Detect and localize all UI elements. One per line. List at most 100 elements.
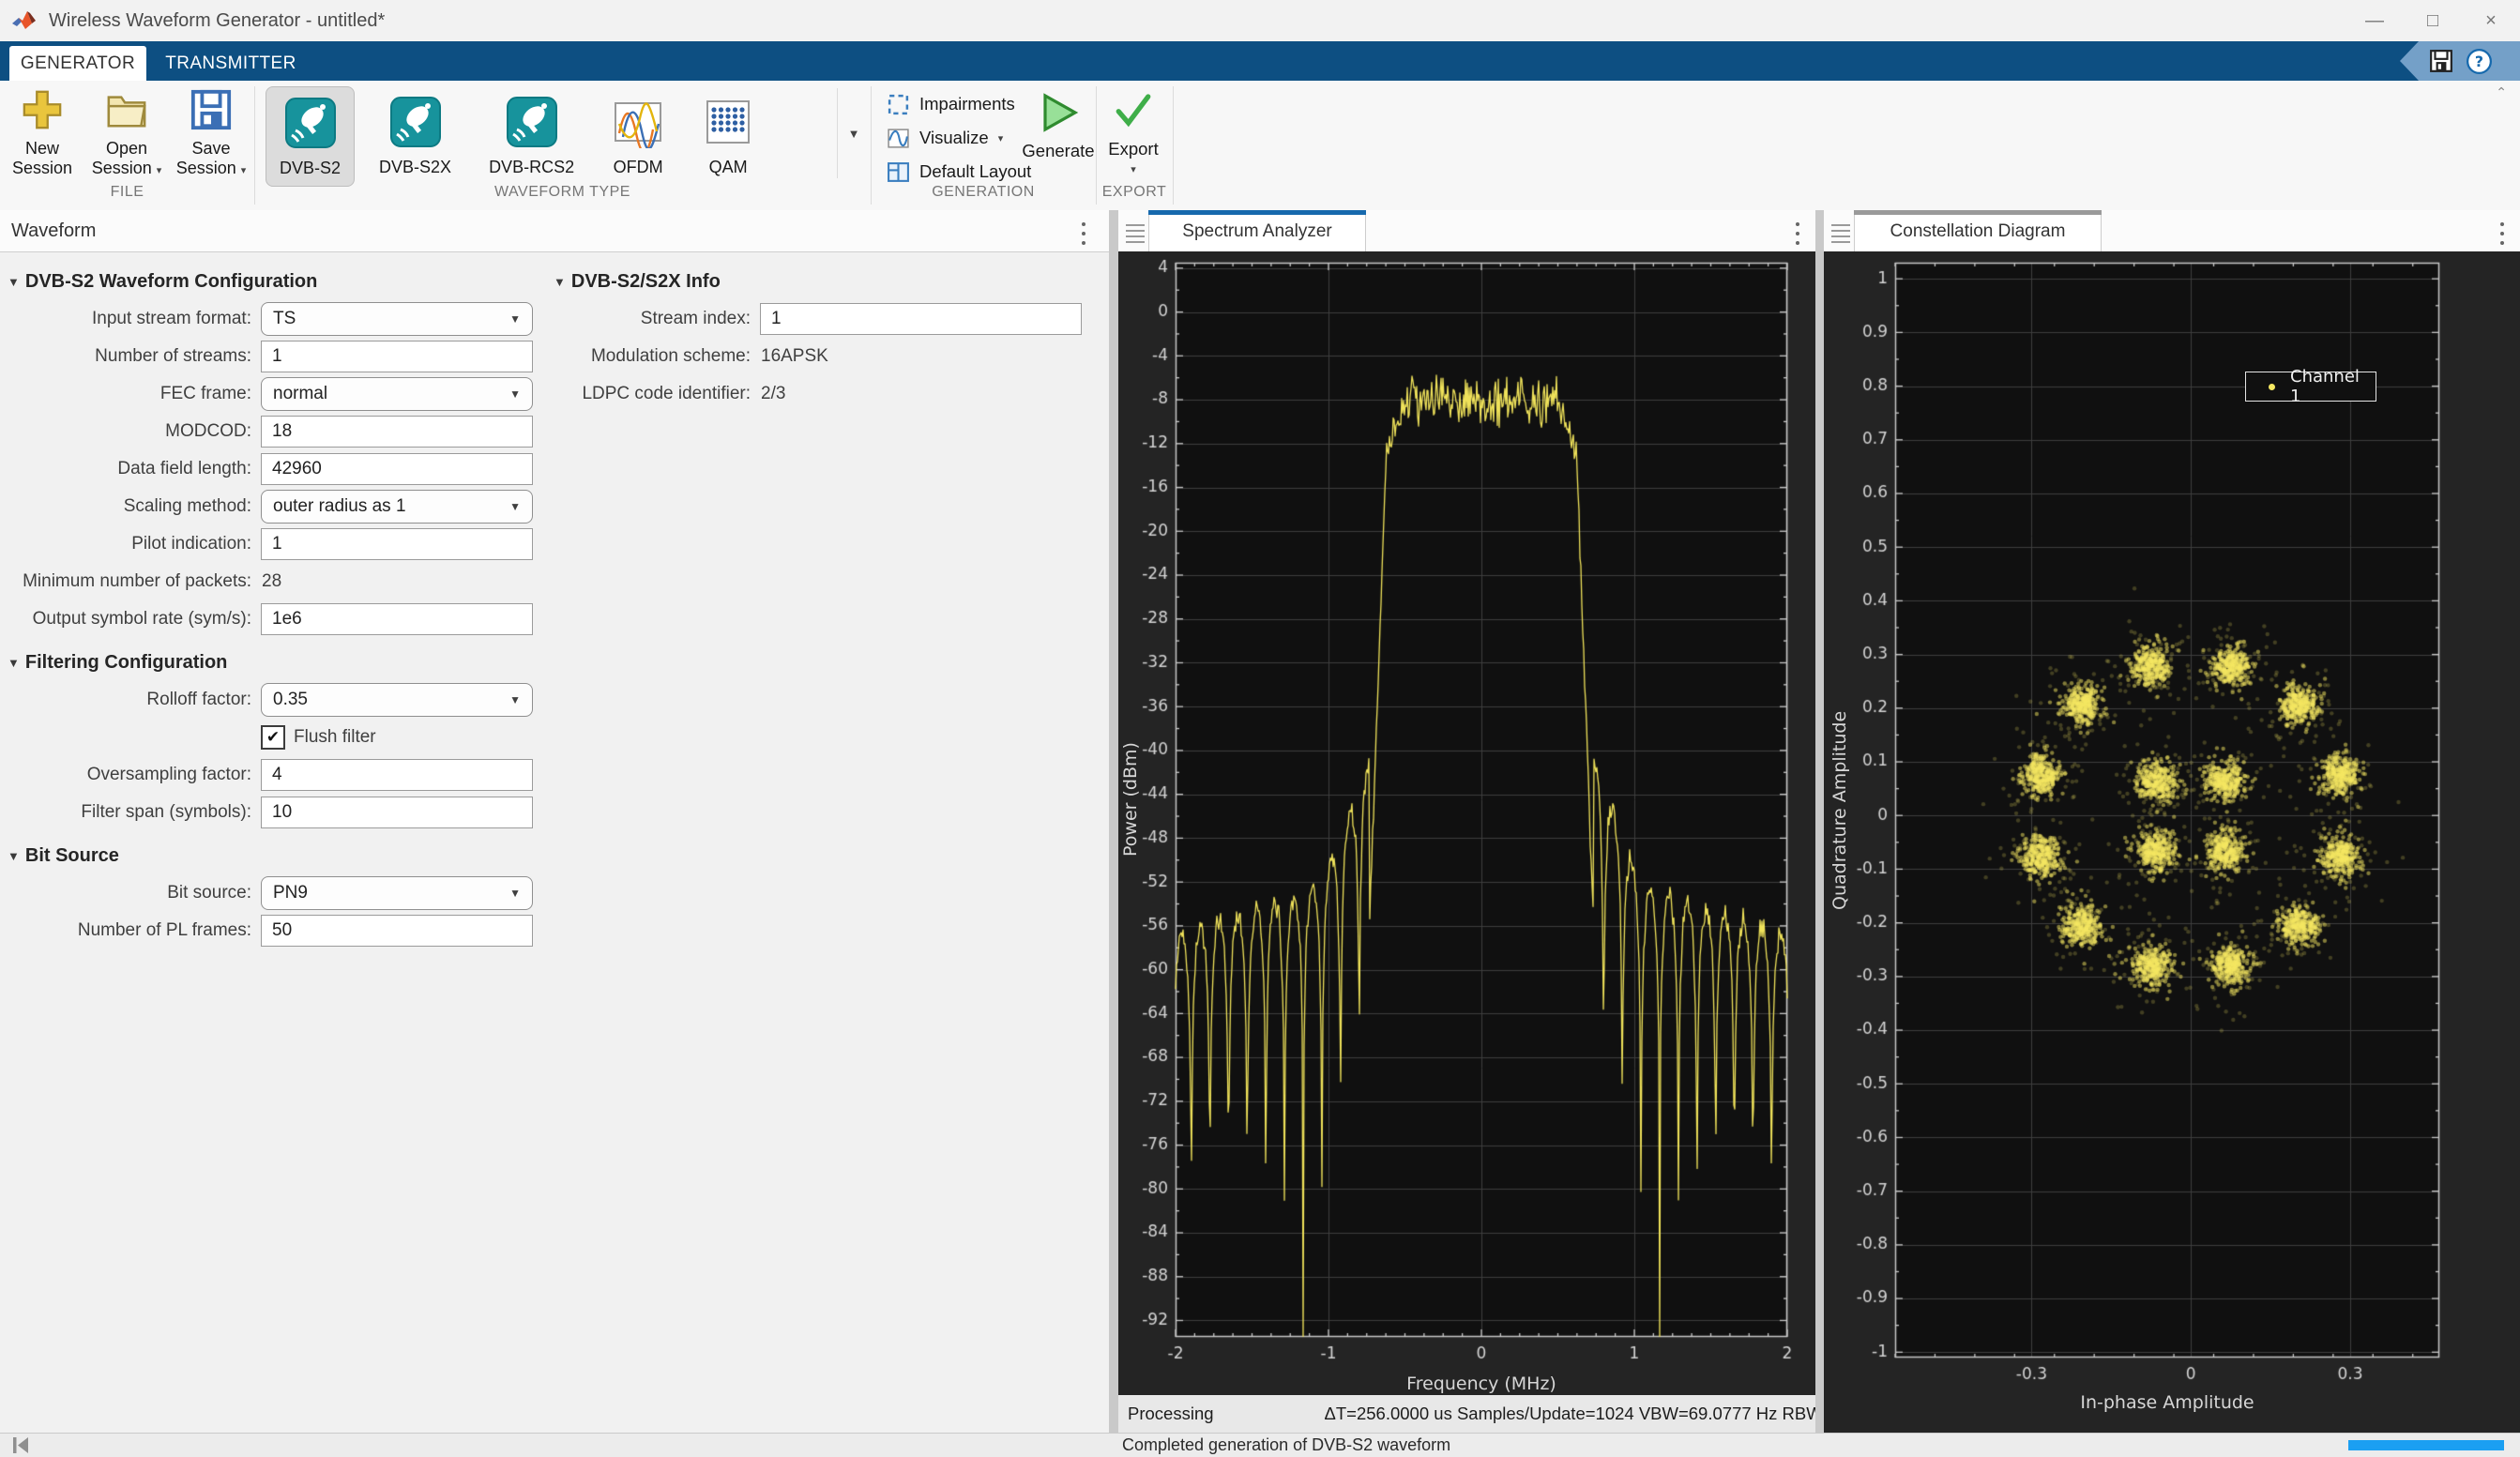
input-stream-format-select[interactable]: TS ▼ <box>261 302 533 336</box>
panel-menu-icon[interactable] <box>1788 220 1807 248</box>
tab-generator[interactable]: GENERATOR <box>9 46 146 81</box>
modulation-scheme-value: 16APSK <box>761 346 828 366</box>
toolbar: New Session Open Session ▾ Save Session … <box>0 81 2520 211</box>
form-row: Oversampling factor:4 <box>0 756 544 794</box>
oversampling-factor-input[interactable]: 4 <box>261 759 533 791</box>
export-button[interactable]: Export ▾ <box>1100 90 1167 175</box>
filter-span-symbols-input[interactable]: 10 <box>261 797 533 828</box>
tab-constellation-diagram[interactable]: Constellation Diagram <box>1854 210 2102 251</box>
legend-box[interactable]: Channel 1 <box>2245 372 2376 402</box>
field-label: Minimum number of packets: <box>0 571 251 592</box>
select-value: TS <box>273 309 296 329</box>
panel-menu-icon[interactable] <box>2493 220 2512 248</box>
spectrum-tab-label: Spectrum Analyzer <box>1182 221 1331 242</box>
form-row: Input stream format:TS▼ <box>0 300 544 338</box>
field-label: Pilot indication: <box>0 534 251 554</box>
active-tab-indicator <box>1148 210 1366 215</box>
generate-play-icon <box>1036 90 1081 135</box>
new-session-button[interactable]: New Session <box>2 88 83 178</box>
section-title: DVB-S2/S2X Info <box>571 271 721 293</box>
section-header-dvb-s2-s2x-info[interactable]: ▼DVB-S2/S2X Info <box>554 263 1093 300</box>
open-session-label-1: Open <box>106 139 147 159</box>
open-session-button[interactable]: Open Session ▾ <box>86 88 167 181</box>
stream-index-input[interactable]: 1 <box>760 303 1082 335</box>
drag-handle-icon[interactable] <box>1124 221 1146 246</box>
drag-handle-icon[interactable] <box>1829 221 1852 246</box>
save-session-label-2: Session <box>176 159 236 177</box>
section-header-dvb-s2-waveform-configuration[interactable]: ▼DVB-S2 Waveform Configuration <box>0 263 544 300</box>
generate-button[interactable]: Generate <box>1015 90 1101 161</box>
new-session-label-2: Session <box>12 159 72 178</box>
data-field-length-input[interactable]: 42960 <box>261 453 533 485</box>
spectrum-panel-header: Spectrum Analyzer <box>1118 210 1815 252</box>
waveform-panel: Waveform ▼DVB-S2 Waveform ConfigurationI… <box>0 210 1109 1433</box>
pilot-indication-input[interactable]: 1 <box>261 528 533 560</box>
spectrum-status-state: Processing <box>1128 1404 1214 1424</box>
export-check-icon <box>1114 90 1153 129</box>
collapse-left-icon[interactable] <box>11 1436 30 1454</box>
satellite-icon <box>506 96 558 148</box>
ribbon-collapse-icon[interactable]: ⌃ <box>2496 84 2507 100</box>
status-message: Completed generation of DVB-S2 waveform <box>1122 1434 1450 1457</box>
panel-divider[interactable] <box>1109 210 1118 1433</box>
floppy-icon <box>190 88 233 131</box>
waveform-type-gallery: DVB-S2 DVB-S2X DVB-RCS2 OFDM QAM <box>266 86 767 187</box>
number-of-streams-input[interactable]: 1 <box>261 341 533 372</box>
waveform-type-label: DVB-S2 <box>280 159 341 178</box>
constellation-panel-header: Constellation Diagram <box>1824 210 2520 252</box>
flush-filter-checkbox[interactable]: ✔ <box>261 725 285 750</box>
waveform-type-qam[interactable]: QAM <box>689 86 767 187</box>
tab-spectrum-analyzer[interactable]: Spectrum Analyzer <box>1148 210 1366 251</box>
section-divider <box>1173 86 1174 205</box>
save-icon[interactable] <box>2429 49 2453 73</box>
section-title: Filtering Configuration <box>25 652 228 674</box>
minimum-number-of-packets-value: 28 <box>262 571 281 591</box>
waveform-type-ofdm[interactable]: OFDM <box>599 86 677 187</box>
save-session-button[interactable]: Save Session ▾ <box>171 88 251 181</box>
waveform-type-dvb-s2x[interactable]: DVB-S2X <box>366 86 464 187</box>
default-layout-button[interactable]: Default Layout <box>887 158 1093 186</box>
export-label: Export <box>1108 139 1158 159</box>
minimize-button[interactable]: — <box>2345 0 2404 41</box>
output-symbol-rate-sym-s-input[interactable]: 1e6 <box>261 603 533 635</box>
inactive-tab-indicator <box>1854 210 2102 215</box>
help-icon[interactable]: ? <box>2467 49 2492 74</box>
impairments-label: Impairments <box>919 94 1015 114</box>
scaling-method-select[interactable]: outer radius as 1▼ <box>261 490 533 524</box>
form-row: Bit source:PN9▼ <box>0 874 544 912</box>
form-row: Minimum number of packets: 28 <box>0 563 544 600</box>
spectrum-ylabel: Power (dBm) <box>1120 263 1141 1337</box>
spectrum-canvas[interactable] <box>1118 251 1815 1395</box>
chevron-down-icon: ▾ <box>998 132 1004 144</box>
tab-transmitter[interactable]: TRANSMITTER <box>152 46 310 81</box>
constellation-canvas[interactable] <box>1824 251 2520 1433</box>
waveform-type-label: DVB-RCS2 <box>489 158 574 177</box>
field-label: LDPC code identifier: <box>554 384 751 404</box>
waveform-type-dvb-rcs2[interactable]: DVB-RCS2 <box>476 86 587 187</box>
section-header-filtering-configuration[interactable]: ▼Filtering Configuration <box>0 644 544 681</box>
form-row: Modulation scheme:16APSK <box>554 338 1093 375</box>
bit-source-select[interactable]: PN9▼ <box>261 876 533 910</box>
number-of-pl-frames-input[interactable]: 50 <box>261 915 533 947</box>
maximize-button[interactable]: □ <box>2404 0 2462 41</box>
fec-frame-select[interactable]: normal▼ <box>261 377 533 411</box>
modcod-input[interactable]: 18 <box>261 416 533 448</box>
waveform-type-label: QAM <box>709 158 748 177</box>
section-header-bit-source[interactable]: ▼Bit Source <box>0 837 544 874</box>
chevron-down-icon: ▼ <box>509 312 521 326</box>
form-row: Number of PL frames:50 <box>0 912 544 949</box>
title-bar: Wireless Waveform Generator - untitled* … <box>0 0 2520 41</box>
waveform-type-dvb-s2[interactable]: DVB-S2 <box>266 86 355 187</box>
panel-menu-icon[interactable] <box>1074 220 1093 248</box>
window-title: Wireless Waveform Generator - untitled* <box>49 10 385 32</box>
field-label: MODCOD: <box>0 421 251 442</box>
close-button[interactable]: × <box>2462 0 2520 41</box>
export-section-label: EXPORT <box>1096 184 1173 201</box>
constellation-panel: Constellation Diagram Quadrature Amplitu… <box>1824 210 2520 1433</box>
form-row: ✔Flush filter <box>0 719 544 756</box>
generate-label: Generate <box>1022 141 1094 161</box>
rolloff-factor-select[interactable]: 0.35▼ <box>261 683 533 717</box>
default-layout-label: Default Layout <box>919 161 1031 182</box>
field-label: Data field length: <box>0 459 251 479</box>
waveform-gallery-dropdown[interactable]: ▼ <box>837 88 870 178</box>
